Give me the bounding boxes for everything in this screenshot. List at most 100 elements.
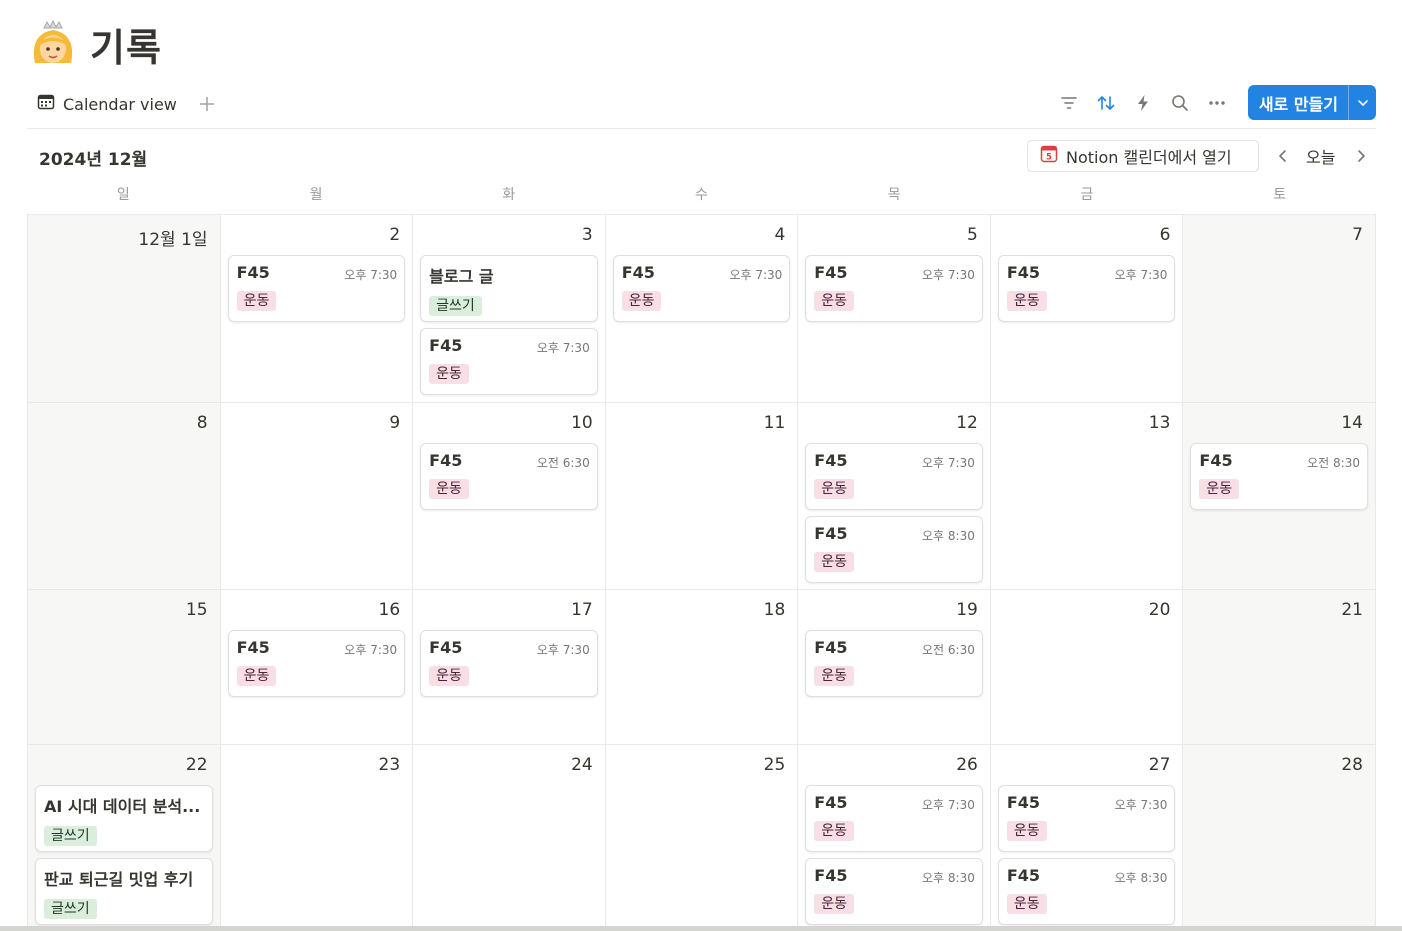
day-cell[interactable]: 18: [605, 590, 799, 745]
day-number: 13: [1148, 413, 1171, 433]
day-cell[interactable]: 14 F45 오전 8:30 운동: [1183, 403, 1376, 590]
day-cell[interactable]: 23: [221, 745, 414, 931]
previous-month-button[interactable]: [1272, 145, 1294, 167]
new-button[interactable]: 새로 만들기: [1247, 85, 1376, 120]
day-cell[interactable]: 16 F45 오후 7:30 운동: [220, 590, 414, 745]
open-in-notion-calendar-button[interactable]: 5 Notion 캘린더에서 열기: [1027, 140, 1259, 172]
event-card[interactable]: F45 오후 8:30 운동: [805, 858, 983, 925]
event-card[interactable]: 블로그 글 글쓰기: [420, 255, 598, 322]
event-tag: 운동: [1006, 821, 1047, 841]
event-card[interactable]: AI 시대 데이터 분석... 글쓰기: [35, 785, 213, 852]
weekday-header: 일 월 화 수 목 금 토: [27, 183, 1376, 213]
event-time: 오후 7:30: [536, 643, 590, 657]
event-tag: 운동: [429, 479, 469, 499]
event-tag: 글쓰기: [429, 296, 482, 316]
day-number: 12월 1일: [138, 230, 208, 250]
day-cell[interactable]: 12 F45 오후 7:30 운동 F45 오후 8:30 운동: [798, 403, 991, 590]
lightning-icon[interactable]: [1131, 90, 1156, 115]
event-card[interactable]: F45 오후 8:30 운동: [997, 858, 1176, 925]
day-number: 23: [378, 755, 401, 775]
new-dropdown-button[interactable]: [1348, 85, 1376, 120]
today-button[interactable]: 오늘: [1300, 144, 1341, 168]
next-month-button[interactable]: [1350, 145, 1372, 167]
day-number: 28: [1341, 755, 1363, 775]
chevron-right-icon: [1358, 150, 1365, 162]
more-icon[interactable]: [1205, 90, 1230, 115]
event-time: 오전 6:30: [536, 456, 590, 470]
event-card[interactable]: F45 오후 7:30 운동: [805, 255, 983, 322]
day-cell[interactable]: 15: [28, 590, 221, 745]
day-cell[interactable]: 13: [990, 403, 1184, 590]
event-card[interactable]: 판교 퇴근길 밋업 후기 글쓰기: [35, 858, 213, 925]
event-time: 오후 7:30: [922, 798, 975, 812]
search-icon[interactable]: [1168, 90, 1193, 115]
day-cell[interactable]: 2 F45 오후 7:30 운동: [220, 215, 414, 403]
event-tag: 글쓰기: [44, 899, 97, 919]
toolbar: 새로 만들기: [1057, 85, 1376, 120]
add-view-button[interactable]: [195, 92, 219, 116]
horizontal-scrollbar[interactable]: [0, 926, 1402, 931]
day-cell[interactable]: 27 F45 오후 7:30 운동 F45 오후 8:30 운동: [991, 745, 1184, 931]
event-card[interactable]: F45 오후 7:30 운동: [420, 328, 598, 395]
day-cell[interactable]: 3 블로그 글 글쓰기 F45 오후 7:30 운동: [413, 215, 606, 403]
day-cell[interactable]: 6 F45 오후 7:30 운동: [990, 215, 1184, 403]
event-card[interactable]: F45 오후 7:30 운동: [227, 255, 406, 322]
page-header: 기록: [30, 18, 162, 70]
event-card[interactable]: F45 오전 6:30 운동: [420, 443, 598, 510]
day-number: 26: [956, 755, 978, 775]
day-cell[interactable]: 19 F45 오전 6:30 운동: [798, 590, 991, 745]
day-cell[interactable]: 4 F45 오후 7:30 운동: [605, 215, 799, 403]
event-card[interactable]: F45 오후 7:30 운동: [805, 443, 983, 510]
day-cell[interactable]: 7: [1183, 215, 1376, 403]
filter-icon[interactable]: [1057, 90, 1082, 115]
day-cell[interactable]: 24: [413, 745, 606, 931]
day-cell[interactable]: 11: [605, 403, 799, 590]
event-card[interactable]: F45 오후 8:30 운동: [805, 516, 983, 583]
event-card[interactable]: F45 오후 7:30 운동: [227, 630, 406, 697]
event-tag: 운동: [814, 821, 855, 841]
event-card[interactable]: F45 오후 7:30 운동: [997, 785, 1176, 852]
day-cell[interactable]: 26 F45 오후 7:30 운동 F45 오후 8:30 운동: [798, 745, 991, 931]
event-card[interactable]: F45 오후 7:30 운동: [420, 630, 598, 697]
event-time: 오후 8:30: [922, 871, 975, 885]
day-cell[interactable]: 20: [990, 590, 1184, 745]
day-cell[interactable]: 5 F45 오후 7:30 운동: [798, 215, 991, 403]
weekday-label: 월: [309, 187, 323, 203]
event-card[interactable]: F45 오전 8:30 운동: [1190, 443, 1368, 510]
sort-icon[interactable]: [1094, 90, 1119, 115]
event-tag: 운동: [621, 291, 662, 311]
day-cell[interactable]: 12월 1일: [28, 215, 221, 403]
new-button-label[interactable]: 새로 만들기: [1248, 85, 1348, 120]
event-card[interactable]: F45 오후 7:30 운동: [805, 785, 983, 852]
event-tag: 운동: [429, 666, 469, 686]
day-number: 12: [956, 413, 978, 433]
weekday-label: 목: [887, 187, 901, 203]
day-cell[interactable]: 10 F45 오전 6:30 운동: [413, 403, 606, 590]
day-number: 24: [571, 755, 593, 775]
day-cell[interactable]: 28: [1183, 745, 1376, 931]
day-number: 7: [1352, 225, 1363, 245]
calendar-grid: 12월 1일 2 F45 오후 7:30 운동 3 블로그 글 글쓰기 F45 오후 7:30 운동…: [27, 214, 1376, 931]
day-number: 15: [185, 600, 208, 620]
day-cell[interactable]: 22 AI 시대 데이터 분석... 글쓰기 판교 퇴근길 밋업 후기 글쓰기: [28, 745, 221, 931]
open-in-notion-calendar-label: Notion 캘린더에서 열기: [1066, 148, 1232, 167]
event-time: 오후 7:30: [344, 643, 398, 657]
event-card[interactable]: F45 오후 7:30 운동: [997, 255, 1176, 322]
day-cell[interactable]: 9: [220, 403, 414, 590]
event-time: 오전 8:30: [1307, 456, 1360, 470]
event-time: 오후 7:30: [1114, 798, 1168, 812]
person-emoji-icon[interactable]: [30, 19, 76, 69]
day-cell[interactable]: 17 F45 오후 7:30 운동: [413, 590, 606, 745]
event-tag: 글쓰기: [44, 826, 97, 846]
weekday-label: 토: [1273, 187, 1287, 203]
tab-calendar-view[interactable]: Calendar view: [27, 86, 187, 122]
event-card[interactable]: F45 오후 7:30 운동: [612, 255, 791, 322]
day-cell[interactable]: 21: [1183, 590, 1376, 745]
view-bar: Calendar view 새로 만들기: [27, 80, 1376, 129]
page-title: 기록: [90, 25, 162, 70]
event-tag: 운동: [1199, 479, 1240, 499]
day-cell[interactable]: 8: [28, 403, 221, 590]
event-card[interactable]: F45 오전 6:30 운동: [805, 630, 983, 697]
day-cell[interactable]: 25: [606, 745, 799, 931]
day-number: 2: [389, 225, 401, 245]
